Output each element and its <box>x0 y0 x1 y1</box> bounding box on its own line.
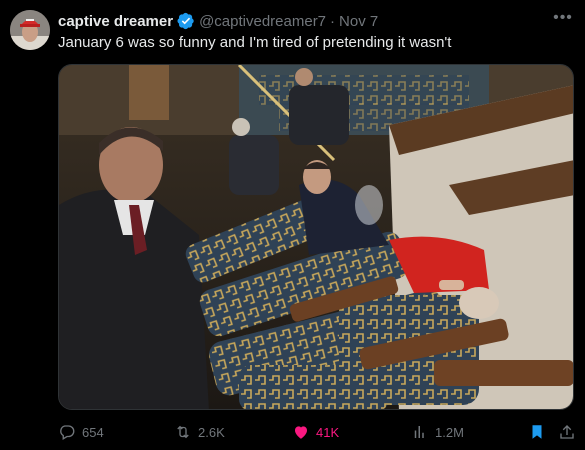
views-button[interactable]: 1.2M <box>411 421 464 443</box>
tweet[interactable]: captive dreamer @captivedreamer7 · Nov 7… <box>0 0 585 450</box>
tweet-media[interactable] <box>58 64 574 410</box>
handle[interactable]: @captivedreamer7 <box>199 13 326 30</box>
avatar-image <box>10 10 50 50</box>
verified-badge-icon <box>177 12 194 30</box>
bookmark-icon <box>532 425 542 439</box>
separator-dot: · <box>330 12 336 30</box>
like-button[interactable]: 41K <box>292 421 339 443</box>
repost-button[interactable]: 2.6K <box>174 421 225 443</box>
heart-icon <box>295 426 307 439</box>
more-options-button[interactable]: ••• <box>551 10 575 30</box>
reply-button[interactable]: 654 <box>58 421 104 443</box>
timestamp[interactable]: Nov 7 <box>339 13 378 30</box>
bookmark-button[interactable] <box>528 421 552 443</box>
reply-icon <box>60 425 75 440</box>
share-button[interactable] <box>558 421 582 443</box>
photo-image <box>59 65 573 409</box>
analytics-icon <box>414 426 424 438</box>
repost-icon <box>177 425 189 439</box>
more-icon: ••• <box>553 9 573 26</box>
display-name[interactable]: captive dreamer <box>58 13 173 30</box>
like-count: 41K <box>316 424 340 440</box>
avatar[interactable] <box>10 10 50 50</box>
tweet-text: January 6 was so funny and I'm tired of … <box>58 34 452 51</box>
repost-count: 2.6K <box>198 424 225 440</box>
share-icon <box>560 425 574 439</box>
view-count: 1.2M <box>435 424 464 440</box>
reply-count: 654 <box>82 424 104 440</box>
action-bar: 654 2.6K 41K 1.2M <box>58 421 578 443</box>
tweet-header: captive dreamer @captivedreamer7 · Nov 7 <box>58 11 378 31</box>
